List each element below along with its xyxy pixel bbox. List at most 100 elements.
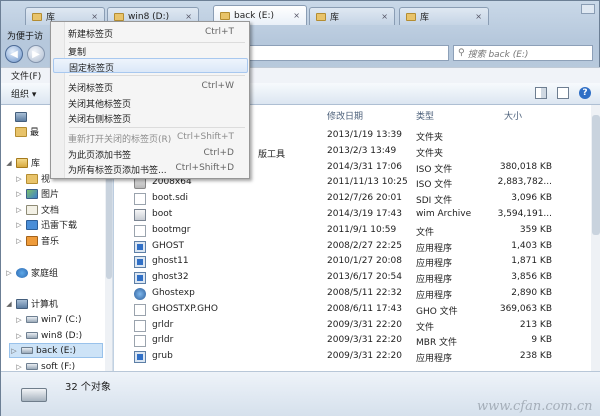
file-date: 2009/3/31 22:20 — [327, 335, 402, 346]
menu-item-close-right[interactable]: 关闭右侧标签页 — [53, 110, 248, 125]
view-options-icon[interactable] — [535, 87, 547, 99]
file-name: boot.sdi — [152, 193, 189, 204]
nav-label: back (E:) — [36, 345, 76, 356]
file-row[interactable]: Ghostexp 2008/5/11 22:32 应用程序 2,890 KB — [134, 285, 594, 301]
expand-arrow-icon[interactable]: ▷ — [15, 175, 23, 183]
expand-arrow-icon[interactable]: ▷ — [5, 269, 13, 277]
menu-item-bookmark-page[interactable]: 为此页添加书签 Ctrl+D — [53, 146, 248, 161]
organize-button[interactable]: 组织 ▾ — [11, 87, 36, 100]
close-icon[interactable]: × — [381, 12, 388, 21]
watermark: www.cfan.com.cn — [477, 399, 593, 414]
expand-arrow-icon[interactable]: ▷ — [15, 363, 23, 371]
video-icon — [26, 173, 38, 184]
tab-library-2[interactable]: 库 × — [309, 7, 395, 25]
nav-item-library[interactable]: ◢ 库 — [5, 155, 40, 170]
explorer-window: 库 × win8 (D:) × back (E:) × 库 × 库 × 为便于访… — [0, 0, 600, 416]
menu-item-bookmark-all[interactable]: 为所有标签页添加书签... Ctrl+Shift+D — [53, 161, 248, 176]
file-date: 2008/2/27 22:25 — [327, 240, 402, 251]
file-list-scrollbar[interactable] — [591, 105, 600, 371]
menu-item-pin-tab[interactable]: 固定标签页 — [53, 58, 248, 74]
nav-item-computer[interactable]: ◢ 计算机 — [5, 296, 58, 311]
nav-item-desktop[interactable] — [15, 109, 27, 124]
file-row[interactable]: boot.sdi 2012/7/26 20:01 SDI 文件 3,096 KB — [134, 190, 594, 206]
file-row[interactable]: grub 2009/3/31 22:20 应用程序 238 KB — [134, 348, 594, 364]
nav-label: 迅雷下载 — [41, 221, 78, 231]
column-header-size[interactable]: 大小 — [504, 109, 522, 123]
file-icon — [134, 335, 146, 348]
file-name: Ghostexp — [152, 288, 195, 298]
close-icon[interactable]: × — [91, 12, 98, 21]
ghostexp-icon — [134, 288, 146, 300]
menu-item-copy[interactable]: 复制 — [53, 43, 248, 58]
menu-label: 重新打开关闭的标签页(R) — [68, 135, 172, 145]
nav-item-drive-d[interactable]: ▷ win8 (D:) — [15, 328, 82, 343]
expand-arrow-icon[interactable]: ▷ — [15, 316, 23, 324]
file-date: 2011/11/13 10:25 — [327, 177, 408, 188]
close-icon[interactable]: × — [293, 11, 300, 20]
nav-item-pictures[interactable]: ▷ 图片 — [15, 186, 59, 201]
expand-arrow-icon[interactable]: ▷ — [15, 237, 23, 245]
file-date: 2013/2/3 13:49 — [327, 145, 397, 156]
expand-arrow-icon[interactable]: ▷ — [15, 221, 23, 229]
menu-item-close-others[interactable]: 关闭其他标签页 — [53, 95, 248, 110]
expand-arrow-icon[interactable]: ▷ — [10, 347, 18, 355]
folder-icon — [406, 12, 416, 21]
file-date: 2014/3/31 17:06 — [327, 161, 402, 172]
tab-library-3[interactable]: 库 × — [399, 7, 489, 25]
window-controls[interactable] — [581, 4, 595, 14]
menu-file[interactable]: 文件(F) — [11, 69, 41, 82]
file-row[interactable]: GHOSTXP.GHO 2008/6/11 17:43 GHO 文件 369,063 … — [134, 301, 594, 317]
nav-item-recent[interactable]: 最 — [15, 124, 39, 139]
toolbar-tools: ? — [535, 87, 591, 99]
nav-item-drive-c[interactable]: ▷ win7 (C:) — [15, 312, 81, 327]
expand-arrow-icon[interactable]: ▷ — [15, 332, 23, 340]
nav-item-homegroup[interactable]: ▷ 家庭组 — [5, 265, 58, 280]
column-header-type[interactable]: 类型 — [416, 109, 434, 123]
folder-icon — [316, 12, 326, 21]
forward-button[interactable]: ▶ — [27, 45, 45, 63]
back-button[interactable]: ◀ — [5, 45, 23, 63]
file-type: 文件 — [416, 227, 435, 238]
close-icon[interactable]: × — [475, 12, 482, 21]
drive-icon — [21, 388, 47, 402]
file-row[interactable]: ghost32 2013/6/17 20:54 应用程序 3,856 KB — [134, 269, 594, 285]
nav-item-drive-f[interactable]: ▷ soft (F:) — [15, 359, 75, 372]
nav-item-drive-e[interactable]: ▷ back (E:) — [9, 343, 103, 358]
close-icon[interactable]: × — [185, 12, 192, 21]
expand-arrow-icon[interactable]: ▷ — [15, 190, 23, 198]
nav-item-videos[interactable]: ▷ 视 — [15, 171, 50, 186]
menu-item-new-tab[interactable]: 新建标签页 Ctrl+T — [53, 25, 248, 40]
drive-icon — [26, 316, 38, 323]
column-header-date[interactable]: 修改日期 — [327, 109, 363, 123]
tab-label: back (E:) — [234, 10, 274, 21]
file-row[interactable]: GHOST 2008/2/27 22:25 应用程序 1,403 KB — [134, 238, 594, 254]
expand-arrow-icon[interactable]: ▷ — [15, 206, 23, 214]
nav-label: 家庭组 — [31, 269, 59, 279]
file-row[interactable]: grldr 2009/3/31 22:20 文件 213 KB — [134, 317, 594, 333]
nav-item-downloads[interactable]: ▷ 迅雷下载 — [15, 217, 77, 232]
search-input[interactable]: 搜索 back (E:) — [468, 47, 529, 60]
file-row[interactable]: ghost11 2010/1/27 20:08 应用程序 1,871 KB — [134, 253, 594, 269]
nav-item-music[interactable]: ▷ 音乐 — [15, 233, 59, 248]
scrollbar-thumb[interactable] — [592, 115, 600, 235]
file-type: 文件 — [416, 322, 435, 333]
collapse-arrow-icon[interactable]: ◢ — [5, 159, 13, 167]
collapse-arrow-icon[interactable]: ◢ — [5, 300, 13, 308]
search-box[interactable]: ⚲ 搜索 back (E:) — [453, 45, 593, 61]
menu-shortcut: Ctrl+Shift+D — [175, 163, 234, 173]
nav-item-documents[interactable]: ▷ 文档 — [15, 202, 59, 217]
file-row[interactable]: grldr 2009/3/31 22:20 MBR 文件 9 KB — [134, 332, 594, 348]
nav-label: 最 — [30, 128, 40, 138]
file-row[interactable]: bootmgr 2011/9/1 10:59 文件 359 KB — [134, 222, 594, 238]
nav-label: 文档 — [41, 206, 60, 216]
file-size: 3,856 KB — [511, 272, 552, 283]
address-bar[interactable] — [249, 45, 449, 61]
file-type: SDI 文件 — [416, 196, 453, 207]
menu-item-close-tab[interactable]: 关闭标签页 Ctrl+W — [53, 79, 248, 94]
preview-pane-icon[interactable] — [557, 87, 569, 99]
help-icon[interactable]: ? — [579, 87, 591, 99]
title-hint: 为便于访 — [7, 32, 44, 42]
menu-separator — [69, 75, 245, 76]
menu-label: 关闭标签页 — [68, 84, 114, 94]
file-row[interactable]: boot 2014/3/19 17:43 wim Archive 3,594,191.… — [134, 206, 594, 222]
